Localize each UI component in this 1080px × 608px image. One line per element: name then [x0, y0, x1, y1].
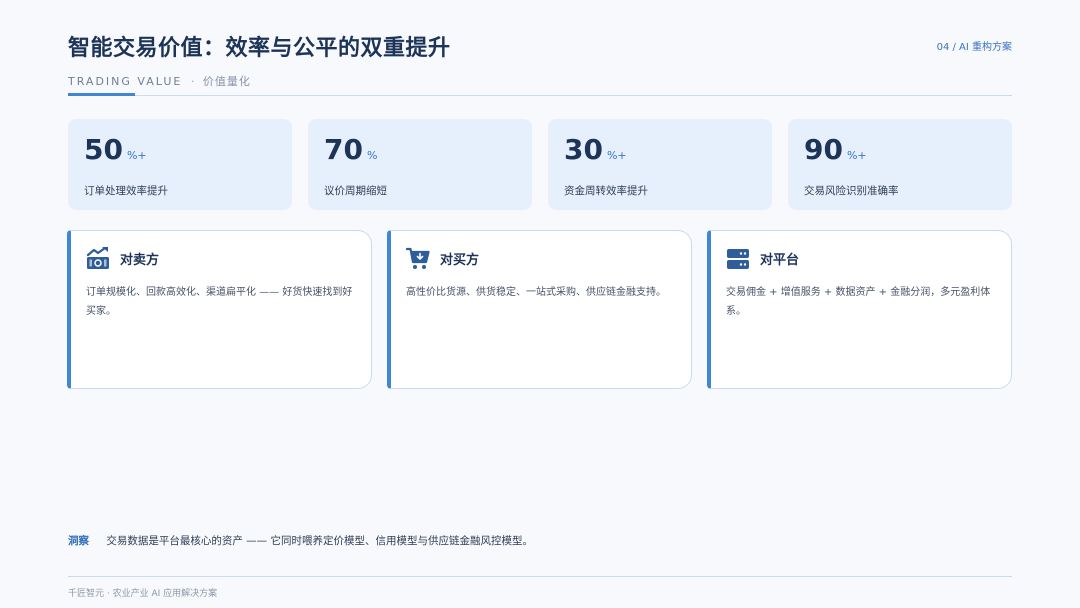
stat-label: 资金周转效率提升 — [564, 185, 648, 197]
page-title: 智能交易价值：效率与公平的双重提升 — [68, 36, 451, 61]
stat-card-order-efficiency: 50 %+ 订单处理效率提升 — [68, 119, 292, 210]
card-body: 订单规模化、回款高效化、渠道扁平化 —— 好货快速找到好买家。 — [86, 287, 353, 317]
stat-label: 议价周期缩短 — [324, 185, 387, 197]
header-divider — [68, 95, 1012, 96]
growth-chart-icon — [86, 246, 110, 271]
stat-card-risk-accuracy: 90 %+ 交易风险识别准确率 — [788, 119, 1012, 210]
insight-text: 交易数据是平台最核心的资产 —— 它同时喂养定价模型、信用模型与供应链金融风控模… — [106, 535, 534, 547]
card-title: 对买方 — [440, 253, 480, 268]
stat-label: 订单处理效率提升 — [84, 185, 168, 197]
insight-tag: 洞察 — [68, 535, 89, 547]
stat-value: 50 %+ — [84, 133, 147, 166]
server-icon — [726, 247, 750, 271]
stat-unit: %+ — [126, 149, 147, 162]
stat-unit: % — [366, 149, 378, 162]
stat-label: 交易风险识别准确率 — [804, 185, 899, 197]
card-body: 交易佣金 + 增值服务 + 数据资产 + 金融分润，多元盈利体系。 — [726, 287, 991, 317]
card-title: 对平台 — [760, 253, 800, 268]
stat-unit: %+ — [606, 149, 627, 162]
stats-row: 50 %+ 订单处理效率提升 70% 议价周期缩短 30 %+ 资金周转效率提升 9… — [68, 119, 1012, 210]
card-body: 高性价比货源、供货稳定、一站式采购、供应链金融支持。 — [406, 287, 666, 298]
card-buyer: 对买方 高性价比货源、供货稳定、一站式采购、供应链金融支持。 — [387, 230, 692, 389]
insight-note: 洞察 交易数据是平台最核心的资产 —— 它同时喂养定价模型、信用模型与供应链金融… — [68, 533, 533, 548]
stat-value: 70% — [324, 133, 378, 166]
shopping-cart-icon — [405, 247, 430, 271]
footer-text: 千匠智元 · 农业产业 AI 应用解决方案 — [68, 589, 218, 599]
header-accent-bar — [68, 93, 135, 96]
subtitle-en: TRADING VALUE — [68, 75, 183, 88]
page-label: 04 / AI 重构方案 — [936, 42, 1012, 53]
section-subtitle: TRADING VALUE · 价值量化 — [68, 73, 251, 89]
stat-unit: %+ — [846, 149, 867, 162]
footer-divider — [68, 576, 1012, 577]
stat-card-capital-turnover: 30 %+ 资金周转效率提升 — [548, 119, 772, 210]
card-title: 对卖方 — [120, 253, 160, 268]
card-platform: 对平台 交易佣金 + 增值服务 + 数据资产 + 金融分润，多元盈利体系。 — [707, 230, 1012, 389]
stat-value: 30 %+ — [564, 133, 627, 166]
subtitle-cn: 价值量化 — [202, 75, 251, 88]
stat-card-bargain-cycle: 70% 议价周期缩短 — [308, 119, 532, 210]
subtitle-separator: · — [190, 75, 195, 88]
card-seller: 对卖方 订单规模化、回款高效化、渠道扁平化 —— 好货快速找到好买家。 — [67, 230, 372, 389]
value-cards: 对卖方 订单规模化、回款高效化、渠道扁平化 —— 好货快速找到好买家。 对买方 … — [67, 230, 1013, 389]
stat-value: 90 %+ — [804, 133, 867, 166]
